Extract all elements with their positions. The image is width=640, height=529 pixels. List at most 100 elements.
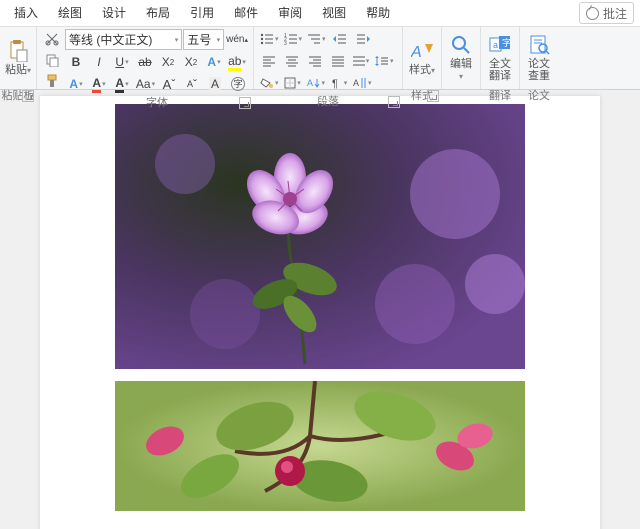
translate-label-1: 全文 [489,58,511,70]
menu-insert[interactable]: 插入 [4,0,48,26]
change-case-button[interactable]: Aa▾ [134,74,157,94]
bucket-icon [260,77,274,89]
font-color-button[interactable]: A▾ [88,74,110,94]
menubar: 插入 绘图 设计 布局 引用 邮件 审阅 视图 帮助 批注 [0,0,640,27]
translate-icon: a字 [489,34,511,56]
align-justify-button[interactable] [327,51,349,71]
styles-icon: A [411,40,433,62]
show-marks-button[interactable]: ¶▾ [328,73,350,93]
cut-button[interactable] [41,29,63,49]
text-effects-button[interactable]: A▾ [203,52,225,72]
align-right-icon [309,55,321,67]
comments-label: 批注 [603,5,627,22]
group-thesis: 论文查重 论文 [520,27,558,89]
align-right-button[interactable] [304,51,326,71]
menu-design[interactable]: 设计 [92,0,136,26]
asian-layout-button[interactable]: A▾ [351,73,374,93]
decrease-indent-button[interactable] [329,29,351,49]
borders-icon [284,77,296,89]
copy-button[interactable] [41,50,63,70]
asian-icon: A [353,77,367,89]
thesis-label-1: 论文 [528,58,550,70]
group-styles: A 样式▾ 样式 [403,27,442,89]
superscript-button[interactable]: X2 [180,52,202,72]
font-family-value: 等线 (中文正文) [69,31,152,48]
phonetic-guide-button[interactable]: A▾ [65,74,87,94]
group-thesis-label: 论文 [520,89,558,103]
find-icon [450,34,472,56]
comments-button[interactable]: 批注 [579,2,634,24]
menu-view[interactable]: 视图 [312,0,356,26]
group-clipboard: 粘贴▾ 粘贴板 [0,27,37,89]
text-dir-icon: A [307,77,321,89]
font-size-combo[interactable]: 五号▾ [183,29,224,50]
pilcrow-icon: ¶ [331,77,343,89]
document-area[interactable] [0,90,640,529]
phonetic-icon: A [69,77,78,91]
editing-button[interactable]: 编辑▾ [446,29,476,87]
clipboard-launcher[interactable] [22,90,34,102]
font-family-combo[interactable]: 等线 (中文正文)▾ [65,29,182,50]
page [40,96,600,529]
font-launcher[interactable] [239,97,251,109]
underline-button[interactable]: U▾ [111,52,133,72]
outdent-icon [333,33,347,45]
group-translate-label: 翻译 [481,89,519,103]
menu-references[interactable]: 引用 [180,0,224,26]
bold-button[interactable]: B [65,52,87,72]
strikethrough-button[interactable]: ab [134,52,156,72]
align-justify-icon [332,55,344,67]
grow-font-button[interactable]: wén▴ [225,30,249,50]
italic-button[interactable]: I [88,52,110,72]
format-painter-button[interactable] [41,71,63,91]
line-spacing-button[interactable]: ▾ [373,51,396,71]
font-color-icon: A [92,76,101,93]
paste-button[interactable]: 粘贴▾ [4,29,32,87]
thesis-button[interactable]: 论文查重 [524,29,554,87]
svg-text:字: 字 [502,37,511,48]
align-left-button[interactable] [258,51,280,71]
increase-indent-button[interactable] [352,29,374,49]
shading-button[interactable]: ▾ [258,73,281,93]
menu-help[interactable]: 帮助 [356,0,400,26]
enclose-char-button[interactable]: 字 [227,74,249,94]
editing-label: 编辑 [450,58,472,70]
embedded-image-2[interactable] [115,381,525,511]
styles-label: 样式 [409,64,431,76]
group-format-brush [37,27,61,89]
numbering-button[interactable]: 123▾ [282,29,305,49]
translate-label-2: 翻译 [489,70,511,82]
borders-button[interactable]: ▾ [282,73,304,93]
svg-text:A: A [411,44,422,61]
clear-format-button[interactable]: A [204,74,226,94]
svg-text:A: A [307,78,313,88]
menu-mailings[interactable]: 邮件 [224,0,268,26]
comments-icon [586,7,599,20]
menu-draw[interactable]: 绘图 [48,0,92,26]
sort-button[interactable]: A▾ [305,73,328,93]
embedded-image-1[interactable] [115,104,525,369]
svg-text:a: a [493,40,498,50]
highlight-icon: ab [228,54,241,71]
font-size-value: 五号 [187,31,211,48]
svg-text:3: 3 [284,41,287,45]
menu-layout[interactable]: 布局 [136,0,180,26]
highlight-button[interactable]: ab▾ [226,52,248,72]
shrink-font-button[interactable]: Aˇ [181,74,203,94]
grow-font2-button[interactable]: Aˇ [158,74,180,94]
menu-review[interactable]: 审阅 [268,0,312,26]
styles-button[interactable]: A 样式▾ [407,29,437,87]
multilevel-button[interactable]: ▾ [305,29,328,49]
bullets-button[interactable]: ▾ [258,29,281,49]
align-distribute-button[interactable]: ▾ [350,51,372,71]
subscript-button[interactable]: X2 [157,52,179,72]
align-center-button[interactable] [281,51,303,71]
translate-button[interactable]: a字 全文翻译 [485,29,515,87]
copy-icon [45,53,59,67]
styles-launcher[interactable] [427,90,439,102]
bullets-icon [260,33,274,45]
align-dist-icon [353,55,365,67]
character-shading-button[interactable]: A▾ [111,74,133,94]
paragraph-launcher[interactable] [388,96,400,108]
numbering-icon: 123 [284,33,298,45]
